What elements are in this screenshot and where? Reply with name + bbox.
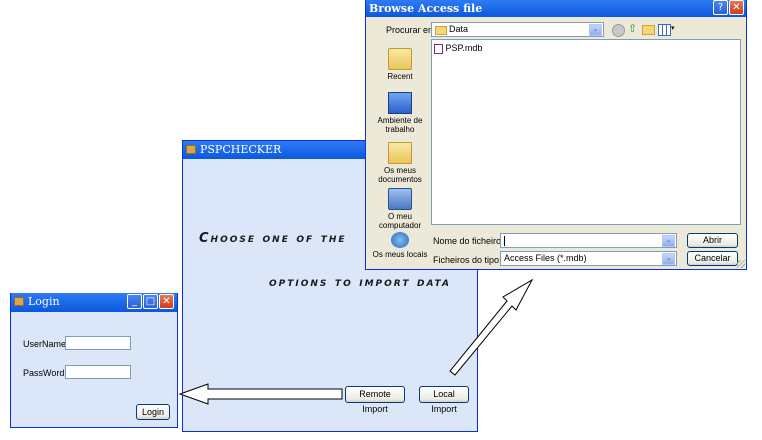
place-network[interactable]: Os meus locais bbox=[372, 232, 428, 259]
place-network-label: Os meus locais bbox=[372, 250, 428, 259]
place-recent-label: Recent bbox=[387, 72, 413, 81]
open-button[interactable]: Abrir bbox=[687, 233, 738, 248]
place-desktop[interactable]: Ambiente de trabalho bbox=[372, 92, 428, 134]
remote-import-button[interactable]: Remote Import bbox=[345, 386, 405, 414]
folder-icon bbox=[435, 26, 447, 35]
access-file-icon bbox=[434, 43, 443, 54]
username-label: UserName: bbox=[23, 339, 69, 349]
look-in-dropdown[interactable]: Data ⌄ bbox=[431, 22, 604, 37]
filetype-value: Access Files (*.mdb) bbox=[504, 253, 587, 263]
filetype-dropdown[interactable]: Access Files (*.mdb) ⌄ bbox=[500, 251, 677, 266]
password-input[interactable] bbox=[65, 365, 131, 379]
login-button[interactable]: Login bbox=[136, 404, 170, 420]
instruction-line-1: Choose one of the bbox=[199, 231, 347, 246]
browse-dialog: Browse Access file ? ✕ Procurar em: Data… bbox=[365, 0, 747, 270]
back-icon[interactable] bbox=[612, 24, 625, 37]
maximize-button[interactable]: □ bbox=[143, 294, 158, 309]
file-item[interactable]: PSP.mdb bbox=[434, 42, 482, 54]
browse-titlebar[interactable]: Browse Access file ? ✕ bbox=[366, 0, 746, 17]
chevron-down-icon: ⌄ bbox=[662, 253, 675, 265]
chevron-down-icon[interactable]: ⌄ bbox=[662, 235, 675, 247]
up-folder-icon[interactable]: ⇧ bbox=[628, 22, 637, 35]
password-label: PassWord: bbox=[23, 368, 67, 378]
new-folder-icon[interactable] bbox=[642, 25, 655, 35]
close-button[interactable]: ✕ bbox=[159, 294, 174, 309]
place-computer-label: O meu computador bbox=[378, 212, 422, 230]
app-icon bbox=[186, 145, 196, 154]
close-button[interactable]: ✕ bbox=[729, 0, 744, 15]
place-recent[interactable]: Recent bbox=[372, 48, 428, 81]
text-cursor bbox=[504, 236, 505, 246]
pspchecker-title: PSPCHECKER bbox=[200, 143, 282, 156]
help-button[interactable]: ? bbox=[713, 0, 728, 15]
file-list[interactable]: PSP.mdb bbox=[431, 39, 741, 225]
filetype-label: Ficheiros do tipo: bbox=[433, 255, 502, 265]
filename-input[interactable]: ⌄ bbox=[500, 233, 677, 248]
place-documents-label: Os meus documentos bbox=[378, 166, 422, 184]
local-import-button[interactable]: Local Import bbox=[419, 386, 469, 414]
computer-icon bbox=[388, 188, 412, 210]
cancel-button[interactable]: Cancelar bbox=[687, 251, 738, 266]
place-computer[interactable]: O meu computador bbox=[372, 188, 428, 230]
view-menu-icon[interactable] bbox=[658, 24, 671, 36]
recent-icon bbox=[388, 48, 412, 70]
browse-title: Browse Access file bbox=[369, 2, 483, 15]
instruction-line-2: options to import data bbox=[269, 275, 451, 290]
login-titlebar[interactable]: Login _ □ ✕ bbox=[11, 293, 177, 312]
look-in-value: Data bbox=[449, 24, 469, 34]
app-icon bbox=[14, 297, 24, 306]
username-input[interactable] bbox=[65, 336, 131, 350]
network-icon bbox=[391, 232, 409, 248]
minimize-button[interactable]: _ bbox=[127, 294, 142, 309]
desktop-icon bbox=[388, 92, 412, 114]
chevron-down-icon: ⌄ bbox=[589, 24, 602, 36]
login-title: Login bbox=[28, 295, 60, 308]
login-window: Login _ □ ✕ UserName: PassWord: Login bbox=[10, 293, 178, 428]
view-menu-arrow: ▾ bbox=[671, 25, 675, 32]
resize-grip[interactable] bbox=[737, 260, 745, 268]
documents-icon bbox=[388, 142, 412, 164]
filename-label: Nome do ficheiro: bbox=[433, 236, 504, 246]
file-name: PSP.mdb bbox=[445, 43, 483, 53]
place-documents[interactable]: Os meus documentos bbox=[372, 142, 428, 184]
place-desktop-label: Ambiente de trabalho bbox=[377, 116, 423, 134]
